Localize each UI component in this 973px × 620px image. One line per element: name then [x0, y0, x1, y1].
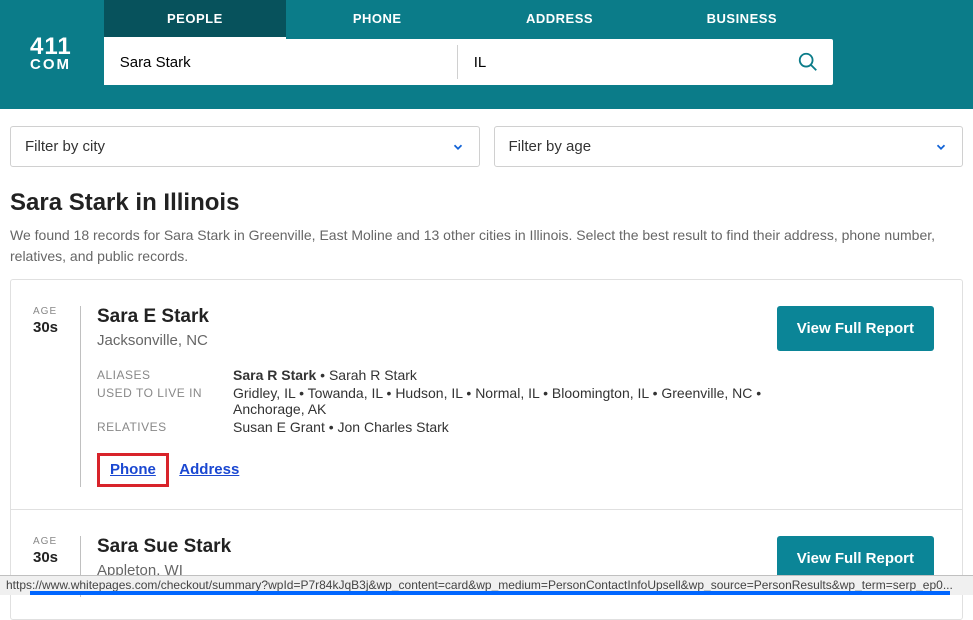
person-name: Sara E Stark [97, 306, 777, 328]
lived-in-value: Gridley, IL • Towanda, IL • Hudson, IL •… [233, 385, 777, 417]
logo[interactable]: 411 COM [30, 36, 72, 71]
relatives-label: RELATIVES [97, 419, 233, 435]
filter-city-label: Filter by city [25, 138, 105, 155]
lived-in-label: USED TO LIVE IN [97, 385, 233, 417]
tab-address[interactable]: ADDRESS [468, 0, 650, 39]
search-bar [104, 39, 833, 85]
relatives-value: Susan E Grant • Jon Charles Stark [233, 419, 777, 435]
chevron-down-icon [934, 140, 948, 154]
age-value: 30s [33, 549, 70, 566]
age-label: AGE [33, 306, 70, 317]
search-button[interactable] [783, 39, 833, 85]
filter-age-label: Filter by age [509, 138, 592, 155]
logo-line1: 411 [30, 36, 72, 58]
filter-city[interactable]: Filter by city [10, 126, 480, 167]
results-list: AGE 30s Sara E Stark Jacksonville, NC AL… [10, 279, 963, 620]
page-title: Sara Stark in Illinois [10, 189, 963, 217]
page-subtitle: We found 18 records for Sara Stark in Gr… [10, 225, 963, 267]
view-full-report-button[interactable]: View Full Report [777, 306, 934, 351]
tab-phone[interactable]: PHONE [286, 0, 468, 39]
aliases-value: Sara R Stark • Sarah R Stark [233, 367, 777, 383]
chevron-down-icon [451, 140, 465, 154]
person-name: Sara Sue Stark [97, 536, 777, 558]
age-label: AGE [33, 536, 70, 547]
progress-bar [30, 591, 950, 595]
person-location: Jacksonville, NC [97, 332, 777, 349]
phone-link-highlight: Phone [97, 453, 169, 487]
age-value: 30s [33, 319, 70, 336]
phone-link[interactable]: Phone [110, 461, 156, 478]
result-card: AGE 30s Sara E Stark Jacksonville, NC AL… [11, 280, 962, 510]
header: 411 COM PEOPLE PHONE ADDRESS BUSINESS [0, 0, 973, 109]
filter-age[interactable]: Filter by age [494, 126, 964, 167]
search-icon [797, 51, 819, 73]
search-location-input[interactable] [458, 39, 783, 85]
result-card: AGE 30s Sara Sue Stark Appleton, WI View… [11, 510, 962, 619]
filters-row: Filter by city Filter by age [0, 109, 973, 167]
logo-line2: COM [30, 58, 72, 72]
search-name-input[interactable] [104, 39, 457, 85]
aliases-label: ALIASES [97, 367, 233, 383]
content: Sara Stark in Illinois We found 18 recor… [0, 167, 973, 620]
search-tabs: PEOPLE PHONE ADDRESS BUSINESS [104, 0, 833, 39]
tab-people[interactable]: PEOPLE [104, 0, 286, 39]
address-link[interactable]: Address [179, 461, 239, 478]
tab-business[interactable]: BUSINESS [651, 0, 833, 39]
